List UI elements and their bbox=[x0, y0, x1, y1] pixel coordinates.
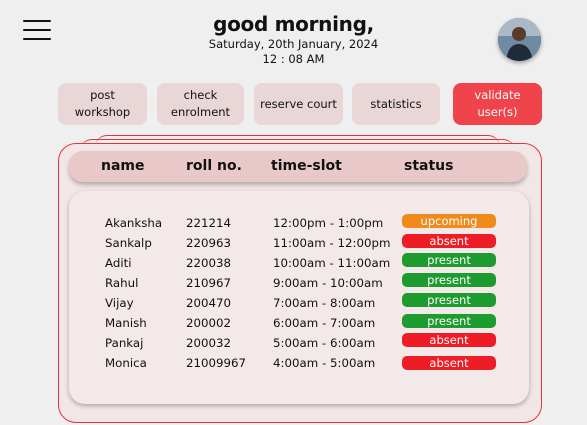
row-name: Manish bbox=[105, 316, 147, 330]
status-badge: absent bbox=[402, 356, 496, 370]
row-time-slot: 10:00am - 11:00am bbox=[273, 256, 391, 270]
table-row[interactable]: Rahul 210967 9:00am - 10:00am present bbox=[0, 273, 587, 294]
row-time-slot: 7:00am - 8:00am bbox=[273, 296, 376, 310]
row-roll-no: 220038 bbox=[186, 256, 232, 270]
row-name: Monica bbox=[105, 356, 147, 370]
table-row[interactable]: Sankalp 220963 11:00am - 12:00pm absent bbox=[0, 234, 587, 254]
row-name: Vijay bbox=[105, 296, 134, 310]
current-time: 12 : 08 AM bbox=[262, 52, 325, 66]
avatar-photo bbox=[498, 18, 541, 61]
row-time-slot: 9:00am - 10:00am bbox=[273, 276, 383, 290]
row-name: Pankaj bbox=[105, 336, 144, 350]
table-row[interactable]: Vijay 200470 7:00am - 8:00am present bbox=[0, 293, 587, 314]
row-time-slot: 12:00pm - 1:00pm bbox=[273, 216, 384, 230]
row-name: Sankalp bbox=[105, 236, 152, 250]
table-row[interactable]: Manish 200002 6:00am - 7:00am present bbox=[0, 314, 587, 334]
row-roll-no: 200470 bbox=[186, 296, 232, 310]
column-header-time-slot: time-slot bbox=[271, 158, 342, 174]
row-roll-no: 200032 bbox=[186, 336, 232, 350]
post-workshop-button[interactable]: post workshop bbox=[58, 83, 147, 125]
row-time-slot: 6:00am - 7:00am bbox=[273, 316, 376, 330]
row-roll-no: 221214 bbox=[186, 216, 232, 230]
row-roll-no: 200002 bbox=[186, 316, 232, 330]
table-row[interactable]: Aditi 220038 10:00am - 11:00am present bbox=[0, 253, 587, 274]
status-badge: absent bbox=[402, 333, 496, 347]
statistics-button[interactable]: statistics bbox=[352, 83, 440, 125]
reserve-court-button[interactable]: reserve court bbox=[254, 83, 343, 125]
row-roll-no: 21009967 bbox=[186, 356, 247, 370]
row-roll-no: 210967 bbox=[186, 276, 232, 290]
column-header-name: name bbox=[101, 158, 145, 174]
row-time-slot: 4:00am - 5:00am bbox=[273, 356, 376, 370]
column-header-status: status bbox=[404, 158, 454, 174]
status-badge: present bbox=[402, 293, 496, 307]
table-row[interactable]: Pankaj 200032 5:00am - 6:00am absent bbox=[0, 333, 587, 354]
column-header-roll: roll no. bbox=[186, 158, 242, 174]
row-time-slot: 11:00am - 12:00pm bbox=[273, 236, 391, 250]
user-avatar[interactable] bbox=[498, 18, 541, 61]
check-enrolment-button[interactable]: check enrolment bbox=[157, 83, 244, 125]
status-badge: upcoming bbox=[402, 214, 496, 228]
row-name: Akanksha bbox=[105, 216, 163, 230]
status-badge: present bbox=[402, 273, 496, 287]
status-badge: present bbox=[402, 253, 496, 267]
status-badge: absent bbox=[402, 234, 496, 248]
table-row[interactable]: Akanksha 221214 12:00pm - 1:00pm upcoming bbox=[0, 214, 587, 234]
row-time-slot: 5:00am - 6:00am bbox=[273, 336, 376, 350]
validate-users-button[interactable]: validate user(s) bbox=[453, 83, 542, 125]
row-roll-no: 220963 bbox=[186, 236, 232, 250]
status-badge: present bbox=[402, 314, 496, 328]
row-name: Rahul bbox=[105, 276, 139, 290]
table-row[interactable]: Monica 21009967 4:00am - 5:00am absent bbox=[0, 354, 587, 374]
row-name: Aditi bbox=[105, 256, 132, 270]
